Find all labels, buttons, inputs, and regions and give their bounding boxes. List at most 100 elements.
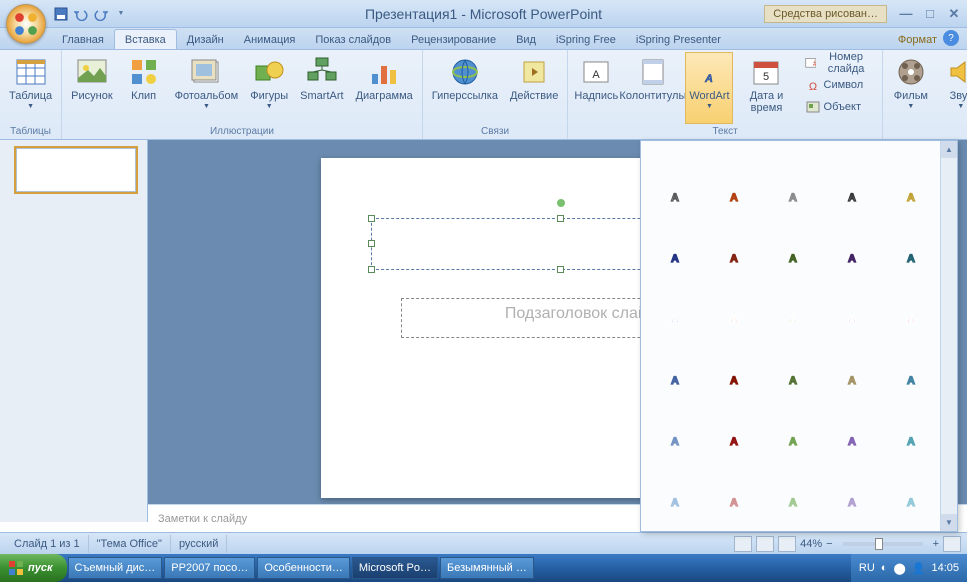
wordart-style-19[interactable]: A (824, 342, 880, 400)
wordart-style-23[interactable]: A (765, 403, 821, 461)
zoom-slider[interactable] (843, 542, 923, 546)
qat-save-icon[interactable] (52, 5, 70, 23)
shapes-button[interactable]: Фигуры▼ (245, 52, 293, 124)
textbox-button[interactable]: AНадпись (572, 52, 620, 124)
gallery-scrollbar[interactable]: ▲ ▼ (940, 141, 957, 531)
wordart-style-21[interactable]: A (647, 403, 703, 461)
tab-slideshow[interactable]: Показ слайдов (305, 30, 401, 49)
wordart-style-17[interactable]: A (706, 342, 762, 400)
view-sorter-button[interactable] (756, 536, 774, 552)
wordart-style-13[interactable]: A (765, 281, 821, 339)
taskbar-item-4[interactable]: Microsoft Po… (352, 557, 438, 579)
taskbar-item-5[interactable]: Безымянный … (440, 557, 534, 579)
status-language[interactable]: русский (171, 535, 227, 553)
table-button[interactable]: Таблица▼ (4, 52, 57, 124)
wordart-style-12[interactable]: A (706, 281, 762, 339)
tray-icon-1[interactable]: ◐ (881, 562, 888, 574)
wordart-style-11[interactable]: A (647, 281, 703, 339)
zoom-out-button[interactable]: − (826, 538, 832, 550)
scroll-up-icon[interactable]: ▲ (941, 141, 957, 158)
slide-number-button[interactable]: #Номер слайда (800, 52, 878, 74)
wordart-style-5[interactable]: A (883, 159, 939, 217)
picture-button[interactable]: Рисунок (66, 52, 118, 124)
wordart-style-15[interactable]: A (883, 281, 939, 339)
rotate-handle[interactable] (557, 199, 565, 207)
tab-home[interactable]: Главная (52, 30, 114, 49)
taskbar-item-3[interactable]: Особенности… (257, 557, 350, 579)
movie-button[interactable]: Фильм▼ (887, 52, 935, 124)
wordart-style-1[interactable]: A (647, 159, 703, 217)
close-button[interactable]: ✕ (945, 6, 963, 22)
date-time-button[interactable]: 5Дата и время (735, 52, 797, 124)
taskbar-item-1[interactable]: Съемный дис… (68, 557, 163, 579)
photo-album-button[interactable]: Фотоальбом▼ (170, 52, 244, 124)
resize-handle-w[interactable] (368, 240, 375, 247)
help-button[interactable]: ? (943, 30, 959, 46)
hyperlink-button[interactable]: Гиперссылка (427, 52, 503, 124)
fit-window-button[interactable] (943, 536, 961, 552)
resize-handle-sw[interactable] (368, 266, 375, 273)
wordart-style-16[interactable]: A (647, 342, 703, 400)
wordart-style-18[interactable]: A (765, 342, 821, 400)
tray-icon-3[interactable]: 👤 (912, 562, 926, 575)
chart-button[interactable]: Диаграмма (351, 52, 418, 124)
wordart-style-30[interactable]: A (883, 464, 939, 522)
tray-language[interactable]: RU (859, 562, 875, 574)
header-footer-button[interactable]: Колонтитулы (622, 52, 683, 124)
tab-animations[interactable]: Анимация (234, 30, 306, 49)
zoom-in-button[interactable]: + (933, 538, 939, 550)
object-button[interactable]: Объект (800, 96, 878, 118)
zoom-level[interactable]: 44% (800, 538, 822, 550)
qat-redo-icon[interactable] (92, 5, 110, 23)
clip-button[interactable]: Клип (120, 52, 168, 124)
office-button[interactable] (6, 4, 46, 44)
tray-clock[interactable]: 14:05 (931, 562, 959, 574)
wordart-style-10[interactable]: A (883, 220, 939, 278)
wordart-style-3[interactable]: A (765, 159, 821, 217)
wordart-style-24[interactable]: A (824, 403, 880, 461)
symbol-button[interactable]: ΩСимвол (800, 74, 878, 96)
qat-undo-icon[interactable] (72, 5, 90, 23)
wordart-style-9[interactable]: A (824, 220, 880, 278)
wordart-style-25[interactable]: A (883, 403, 939, 461)
start-button[interactable]: пуск (0, 554, 67, 582)
wordart-gallery: AAAAAAAAAAAAAAAAAAAAAAAAAAAAAA ▲ ▼ (640, 140, 958, 532)
tab-design[interactable]: Дизайн (177, 30, 234, 49)
wordart-style-14[interactable]: A (824, 281, 880, 339)
zoom-slider-thumb[interactable] (875, 538, 883, 550)
sound-button[interactable]: Звук▼ (937, 52, 967, 124)
wordart-style-29[interactable]: A (824, 464, 880, 522)
view-slideshow-button[interactable] (778, 536, 796, 552)
wordart-style-27[interactable]: A (706, 464, 762, 522)
wordart-style-22[interactable]: A (706, 403, 762, 461)
wordart-style-2[interactable]: A (706, 159, 762, 217)
qat-dropdown-icon[interactable]: ▼ (112, 5, 130, 23)
tab-ispring-presenter[interactable]: iSpring Presenter (626, 30, 731, 49)
maximize-button[interactable]: □ (921, 6, 939, 22)
view-normal-button[interactable] (734, 536, 752, 552)
tab-format[interactable]: Формат (888, 30, 947, 49)
wordart-style-8[interactable]: A (765, 220, 821, 278)
tab-ispring-free[interactable]: iSpring Free (546, 30, 626, 49)
tray-icon-2[interactable]: ⬤ (893, 562, 905, 575)
action-button[interactable]: Действие (505, 52, 563, 124)
smartart-button[interactable]: SmartArt (295, 52, 348, 124)
tab-review[interactable]: Рецензирование (401, 30, 506, 49)
taskbar-item-2[interactable]: PP2007 посо… (164, 557, 255, 579)
wordart-style-20[interactable]: A (883, 342, 939, 400)
wordart-button[interactable]: AWordArt▼ (685, 52, 733, 124)
slide-thumbnail-panel[interactable] (0, 140, 148, 522)
tab-insert[interactable]: Вставка (114, 29, 177, 49)
resize-handle-nw[interactable] (368, 215, 375, 222)
resize-handle-s[interactable] (557, 266, 564, 273)
wordart-style-28[interactable]: A (765, 464, 821, 522)
wordart-style-26[interactable]: A (647, 464, 703, 522)
minimize-button[interactable]: — (897, 6, 915, 22)
wordart-style-4[interactable]: A (824, 159, 880, 217)
scroll-down-icon[interactable]: ▼ (941, 514, 957, 531)
resize-handle-n[interactable] (557, 215, 564, 222)
tab-view[interactable]: Вид (506, 30, 546, 49)
wordart-style-7[interactable]: A (706, 220, 762, 278)
wordart-style-6[interactable]: A (647, 220, 703, 278)
slide-thumbnail-1[interactable] (16, 148, 136, 192)
